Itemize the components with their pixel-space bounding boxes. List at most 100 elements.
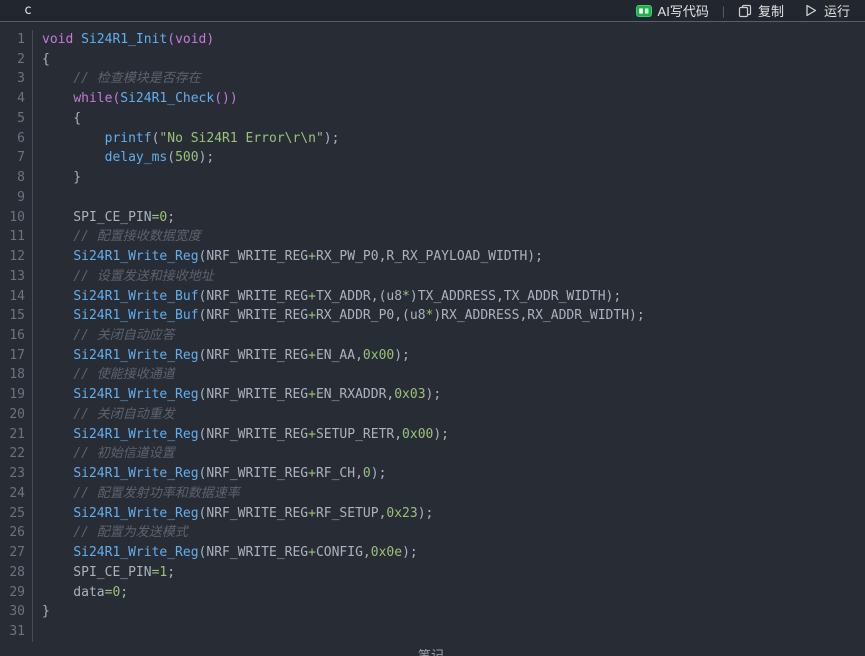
code-token-pl: RF_CH, xyxy=(316,466,363,481)
code-token-pl: )TX_ADDRESS,TX_ADDR_WIDTH); xyxy=(410,289,621,304)
code-line: 22 // 初始信道设置 xyxy=(0,444,865,464)
code-token-op: + xyxy=(308,348,316,363)
code-line-content: // 配置接收数据宽度 xyxy=(33,227,201,247)
line-number: 25 xyxy=(0,504,33,524)
code-token-pl xyxy=(42,289,73,304)
code-token-num: 0 xyxy=(363,466,371,481)
code-line-content: SPI_CE_PIN=0; xyxy=(33,208,175,228)
copy-label: 复制 xyxy=(758,1,784,20)
code-line-content: Si24R1_Write_Reg(NRF_WRITE_REG+RF_SETUP,… xyxy=(33,504,433,524)
code-line: 11 // 配置接收数据宽度 xyxy=(0,227,865,247)
code-line-content xyxy=(33,622,42,642)
code-token-pl: (NRF_WRITE_REG xyxy=(199,427,309,442)
editor-header: c AI写代码 | 复制 xyxy=(0,0,865,22)
code-token-fn: Si24R1_Write_Reg xyxy=(73,249,198,264)
code-token-pl: SPI_CE_PIN xyxy=(42,210,152,225)
code-token-pl: (NRF_WRITE_REG xyxy=(199,387,309,402)
code-token-pl xyxy=(42,486,73,501)
code-line: 23 Si24R1_Write_Reg(NRF_WRITE_REG+RF_CH,… xyxy=(0,464,865,484)
code-token-pl: { xyxy=(42,111,81,126)
code-line: 15 Si24R1_Write_Buf(NRF_WRITE_REG+RX_ADD… xyxy=(0,306,865,326)
code-token-pl xyxy=(42,328,73,343)
code-token-pl: CONFIG, xyxy=(316,545,371,560)
code-line-content: // 检查模块是否存在 xyxy=(33,69,201,89)
code-line: 25 Si24R1_Write_Reg(NRF_WRITE_REG+RF_SET… xyxy=(0,504,865,524)
code-token-kw: while xyxy=(73,91,112,106)
code-token-op: * xyxy=(402,289,410,304)
code-line-content: data=0; xyxy=(33,583,128,603)
line-number: 29 xyxy=(0,583,33,603)
language-label: c xyxy=(24,3,32,18)
code-line: 5 { xyxy=(0,109,865,129)
code-line: 13 // 设置发送和接收地址 xyxy=(0,267,865,287)
code-line-content: printf("No Si24R1 Error\r\n"); xyxy=(33,129,339,149)
code-line: 20 // 关闭自动重发 xyxy=(0,405,865,425)
code-token-pl xyxy=(42,91,73,106)
code-token-pl: ); xyxy=(426,387,442,402)
code-token-cm: // 配置接收数据宽度 xyxy=(73,229,200,244)
line-number: 10 xyxy=(0,208,33,228)
code-token-pl xyxy=(42,367,73,382)
code-token-fn: Si24R1_Write_Buf xyxy=(73,289,198,304)
copy-button[interactable]: 复制 xyxy=(738,1,784,20)
code-token-pl: (NRF_WRITE_REG xyxy=(199,506,309,521)
code-line: 8 } xyxy=(0,168,865,188)
code-line-content: Si24R1_Write_Buf(NRF_WRITE_REG+TX_ADDR,(… xyxy=(33,287,621,307)
code-line-content: Si24R1_Write_Reg(NRF_WRITE_REG+RX_PW_P0,… xyxy=(33,247,543,267)
code-line-content: Si24R1_Write_Reg(NRF_WRITE_REG+EN_RXADDR… xyxy=(33,385,441,405)
code-line-content: } xyxy=(33,602,50,622)
code-line: 17 Si24R1_Write_Reg(NRF_WRITE_REG+EN_AA,… xyxy=(0,346,865,366)
code-line: 6 printf("No Si24R1 Error\r\n"); xyxy=(0,129,865,149)
line-number: 18 xyxy=(0,365,33,385)
code-line: 2{ xyxy=(0,50,865,70)
code-token-pl: (NRF_WRITE_REG xyxy=(199,466,309,481)
code-token-kw: void xyxy=(42,32,73,47)
code-line: 4 while(Si24R1_Check()) xyxy=(0,89,865,109)
line-number: 16 xyxy=(0,326,33,346)
line-number: 30 xyxy=(0,602,33,622)
play-icon xyxy=(805,4,817,17)
ai-write-code-button[interactable]: AI写代码 xyxy=(636,1,709,20)
code-token-pl: EN_AA, xyxy=(316,348,363,363)
code-token-pl xyxy=(42,427,73,442)
line-number: 14 xyxy=(0,287,33,307)
code-line: 9 xyxy=(0,188,865,208)
code-line: 21 Si24R1_Write_Reg(NRF_WRITE_REG+SETUP_… xyxy=(0,425,865,445)
copy-icon xyxy=(738,4,752,18)
code-token-pl xyxy=(42,71,73,86)
code-token-fn: printf xyxy=(105,131,152,146)
code-token-pl: data xyxy=(42,585,105,600)
ai-icon xyxy=(636,5,652,17)
code-token-pl: ); xyxy=(371,466,387,481)
code-line-content: Si24R1_Write_Buf(NRF_WRITE_REG+RX_ADDR_P… xyxy=(33,306,645,326)
code-token-pl: )RX_ADDRESS,RX_ADDR_WIDTH); xyxy=(433,308,644,323)
code-line-content: Si24R1_Write_Reg(NRF_WRITE_REG+CONFIG,0x… xyxy=(33,543,418,563)
code-line: 30} xyxy=(0,602,865,622)
run-button[interactable]: 运行 xyxy=(805,1,850,20)
code-line: 29 data=0; xyxy=(0,583,865,603)
code-token-pl: SPI_CE_PIN xyxy=(42,565,152,580)
ai-write-code-label: AI写代码 xyxy=(658,1,709,20)
code-token-num: 0x00 xyxy=(363,348,394,363)
line-number: 6 xyxy=(0,129,33,149)
line-number: 24 xyxy=(0,484,33,504)
code-token-pl: } xyxy=(42,170,81,185)
code-line: 31 xyxy=(0,622,865,642)
code-token-pl: (NRF_WRITE_REG xyxy=(199,348,309,363)
line-number: 11 xyxy=(0,227,33,247)
code-token-pl xyxy=(42,269,73,284)
code-editor[interactable]: 1void Si24R1_Init(void)2{3 // 检查模块是否存在4 … xyxy=(0,22,865,642)
code-token-num: 0x0e xyxy=(371,545,402,560)
code-token-pl xyxy=(42,229,73,244)
code-token-op: + xyxy=(308,545,316,560)
code-token-pkw: ()) xyxy=(214,91,237,106)
header-actions: AI写代码 | 复制 运行 xyxy=(636,1,850,20)
code-token-fn: Si24R1_Write_Reg xyxy=(73,466,198,481)
code-token-fn: delay_ms xyxy=(105,150,168,165)
code-token-pl: ); xyxy=(433,427,449,442)
line-number: 23 xyxy=(0,464,33,484)
line-number: 27 xyxy=(0,543,33,563)
code-token-pl: ; xyxy=(167,565,175,580)
code-line: 27 Si24R1_Write_Reg(NRF_WRITE_REG+CONFIG… xyxy=(0,543,865,563)
code-line: 1void Si24R1_Init(void) xyxy=(0,30,865,50)
